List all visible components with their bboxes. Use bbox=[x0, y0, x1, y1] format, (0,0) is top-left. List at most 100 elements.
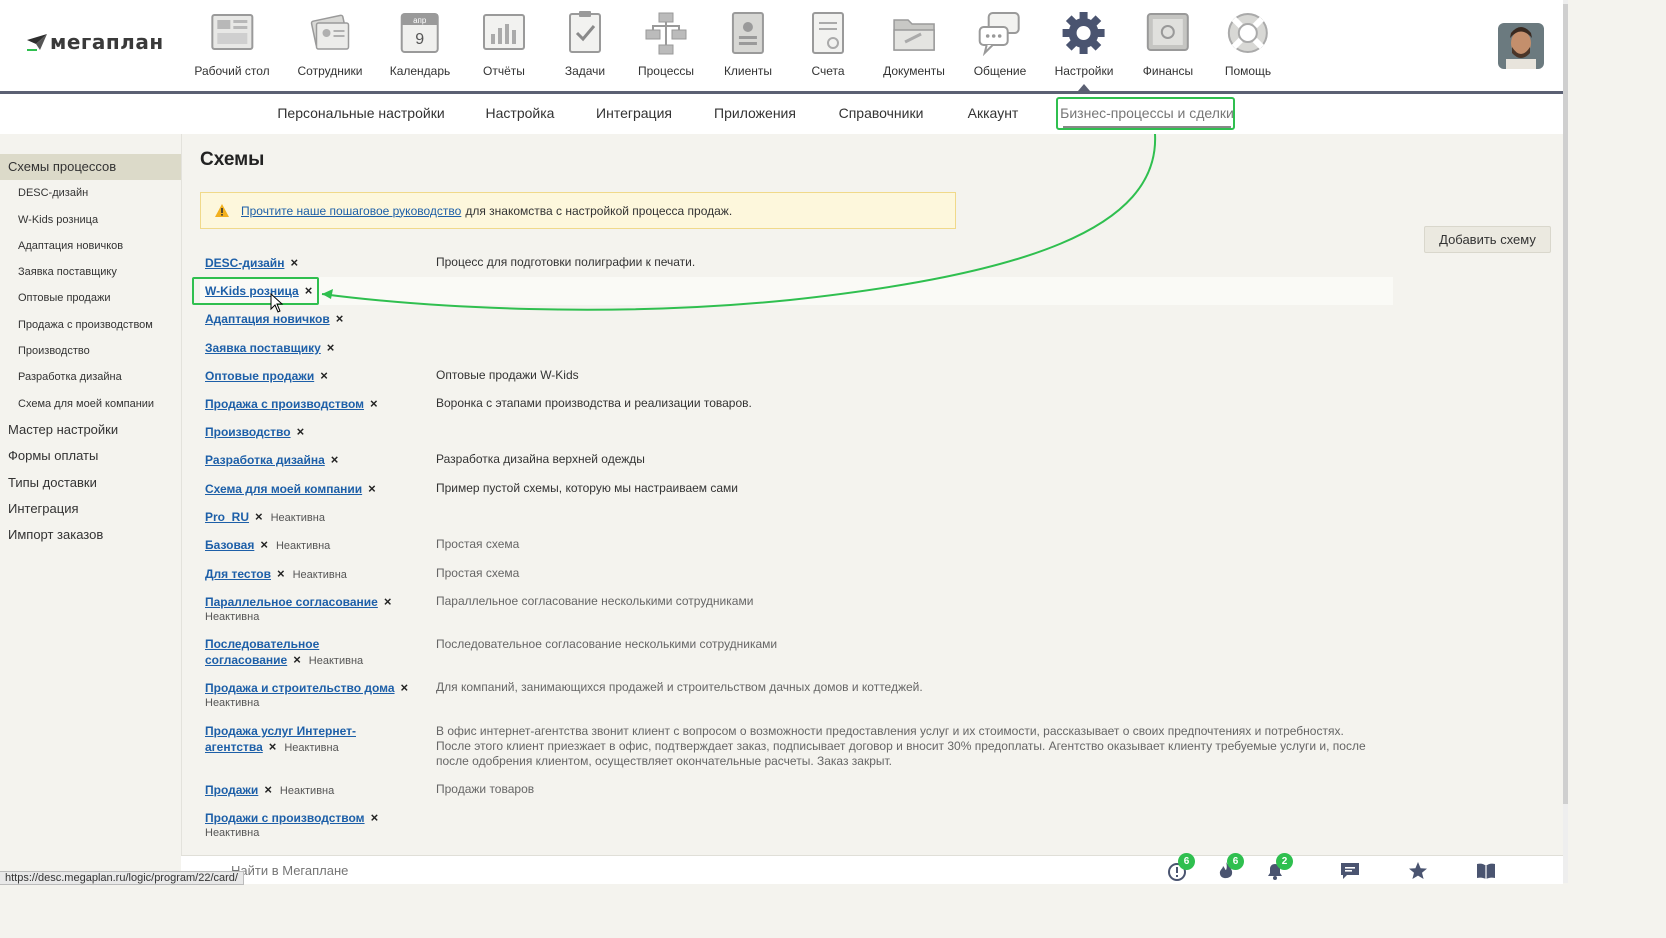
search-input[interactable] bbox=[181, 856, 1107, 884]
remove-scheme-icon[interactable]: × bbox=[368, 481, 376, 496]
nav-item-settings[interactable]: Настройки bbox=[1055, 10, 1113, 78]
scheme-description: Оптовые продажи W-Kids bbox=[436, 368, 579, 382]
sidebar-subitem[interactable]: Производство bbox=[0, 338, 181, 364]
calendar-month-text: апр bbox=[413, 16, 427, 25]
scheme-link[interactable]: Продажи bbox=[205, 783, 258, 797]
tab-applications[interactable]: Приложения bbox=[714, 105, 796, 121]
sidebar-subitem[interactable]: Заявка поставщику bbox=[0, 259, 181, 285]
sidebar-subitem[interactable]: Разработка дизайна bbox=[0, 364, 181, 390]
remove-scheme-icon[interactable]: × bbox=[290, 255, 298, 270]
status-url: https://desc.megaplan.ru/logic/program/2… bbox=[0, 871, 244, 885]
book-icon bbox=[1477, 863, 1495, 879]
sidebar-item-setup-wizard[interactable]: Мастер настройки bbox=[0, 417, 181, 443]
sidebar-item-payment-forms[interactable]: Формы оплаты bbox=[0, 443, 181, 469]
nav-item-calendar[interactable]: апр 9 Календарь bbox=[389, 10, 451, 78]
sidebar-item-integration[interactable]: Интеграция bbox=[0, 496, 181, 522]
alerts-button[interactable]: 6 bbox=[1166, 853, 1195, 882]
inactive-status: Неактивна bbox=[292, 569, 347, 581]
tab-setup[interactable]: Настройка bbox=[486, 105, 555, 121]
nav-item-reports[interactable]: Отчёты bbox=[481, 10, 527, 78]
scheme-link[interactable]: Оптовые продажи bbox=[205, 369, 314, 383]
scheme-link[interactable]: Параллельное согласование bbox=[205, 595, 378, 609]
nav-item-finances[interactable]: Финансы bbox=[1143, 10, 1193, 78]
remove-scheme-icon[interactable]: × bbox=[370, 396, 378, 411]
remove-scheme-icon[interactable]: × bbox=[297, 424, 305, 439]
sidebar-subitem[interactable]: Адаптация новичков bbox=[0, 233, 181, 259]
messages-button[interactable] bbox=[1339, 860, 1361, 882]
scheme-link[interactable]: Для тестов bbox=[205, 567, 271, 581]
sidebar-subitem[interactable]: Схема для моей компании bbox=[0, 391, 181, 417]
nav-item-chat[interactable]: Общение bbox=[974, 10, 1026, 78]
remove-scheme-icon[interactable]: × bbox=[371, 810, 379, 825]
calendar-icon: апр 9 bbox=[400, 13, 439, 53]
logo-text: мегаплан bbox=[50, 30, 164, 54]
nav-item-documents[interactable]: Документы bbox=[883, 10, 945, 78]
notifications-button[interactable]: 2 bbox=[1264, 853, 1293, 882]
nav-item-invoices[interactable]: Счета bbox=[805, 10, 851, 78]
scheme-link[interactable]: Продажа и строительство дома bbox=[205, 681, 395, 695]
sidebar-subitem[interactable]: Продажа с производством bbox=[0, 312, 181, 338]
scheme-name-cell: Продажа услуг Интернет-агентства × Неактив… bbox=[205, 724, 427, 756]
scheme-link[interactable]: Разработка дизайна bbox=[205, 453, 325, 467]
sidebar-item-delivery-types[interactable]: Типы доставки bbox=[0, 470, 181, 496]
nav-item-tasks[interactable]: Задачи bbox=[562, 10, 608, 78]
tab-account[interactable]: Аккаунт bbox=[968, 105, 1019, 121]
remove-scheme-icon[interactable]: × bbox=[336, 311, 344, 326]
nav-item-help[interactable]: Помощь bbox=[1225, 10, 1271, 78]
scheme-link[interactable]: Последовательное согласование bbox=[205, 637, 319, 667]
mouse-cursor-icon bbox=[270, 293, 284, 313]
nav-item-clients[interactable]: Клиенты bbox=[724, 10, 772, 78]
nav-label: Календарь bbox=[389, 64, 451, 78]
calendar-day-text: 9 bbox=[416, 31, 425, 48]
notifications-badge: 2 bbox=[1276, 853, 1293, 870]
add-scheme-button[interactable]: Добавить схему bbox=[1424, 226, 1551, 253]
guide-notice: Прочтите наше пошаговое руководство для … bbox=[200, 192, 956, 229]
scheme-name-cell: Продажи с производством × Неактивна bbox=[205, 810, 427, 841]
nav-item-employees[interactable]: Сотрудники bbox=[298, 10, 363, 78]
megaplan-logo[interactable]: мегаплан bbox=[26, 30, 164, 54]
scheme-name-cell: Для тестов × Неактивна bbox=[205, 566, 427, 583]
scheme-name-cell: Параллельное согласование × Неактивна bbox=[205, 594, 427, 625]
sidebar-subitem[interactable]: W-Kids розница bbox=[0, 207, 181, 233]
remove-scheme-icon[interactable]: × bbox=[277, 566, 285, 581]
nav-item-desktop[interactable]: Рабочий стол bbox=[194, 10, 270, 78]
scheme-link[interactable]: Продажа с производством bbox=[205, 397, 364, 411]
scrollbar-thumb[interactable] bbox=[1563, 4, 1568, 804]
favorites-button[interactable] bbox=[1407, 860, 1429, 882]
scheme-link[interactable]: DESC-дизайн bbox=[205, 256, 284, 270]
tab-integration[interactable]: Интеграция bbox=[596, 105, 672, 121]
scheme-link[interactable]: Адаптация новичков bbox=[205, 312, 330, 326]
sidebar-item-process-schemes[interactable]: Схемы процессов bbox=[0, 154, 181, 181]
guide-link[interactable]: Прочтите наше пошаговое руководство bbox=[241, 204, 461, 218]
nav-label: Процессы bbox=[637, 64, 695, 78]
remove-scheme-icon[interactable]: × bbox=[264, 782, 272, 797]
inactive-status: Неактивна bbox=[279, 785, 335, 797]
remove-scheme-icon[interactable]: × bbox=[384, 594, 392, 609]
scheme-link[interactable]: Pro_RU bbox=[205, 510, 249, 524]
scheme-row: Продажи с производством × Неактивна bbox=[200, 810, 1393, 839]
scheme-link[interactable]: Производство bbox=[205, 425, 291, 439]
tab-personal-settings[interactable]: Персональные настройки bbox=[277, 105, 444, 121]
remove-scheme-icon[interactable]: × bbox=[401, 680, 409, 695]
remove-scheme-icon[interactable]: × bbox=[293, 652, 301, 667]
avatar[interactable] bbox=[1498, 23, 1544, 69]
remove-scheme-icon[interactable]: × bbox=[331, 452, 339, 467]
remove-scheme-icon[interactable]: × bbox=[260, 537, 268, 552]
scheme-link[interactable]: Схема для моей компании bbox=[205, 482, 362, 496]
scheme-link[interactable]: Заявка поставщику bbox=[205, 341, 321, 355]
remove-scheme-icon[interactable]: × bbox=[255, 509, 263, 524]
remove-scheme-icon[interactable]: × bbox=[327, 340, 335, 355]
scheme-description: Воронка с этапами производства и реализа… bbox=[436, 396, 752, 410]
tab-directories[interactable]: Справочники bbox=[839, 105, 924, 121]
scheme-link[interactable]: Базовая bbox=[205, 538, 254, 552]
nav-item-processes[interactable]: Процессы bbox=[638, 10, 694, 78]
guide-book-button[interactable] bbox=[1475, 860, 1497, 882]
fire-button[interactable]: 6 bbox=[1215, 853, 1244, 882]
sidebar-item-import-orders[interactable]: Импорт заказов bbox=[0, 522, 181, 548]
scheme-row: Заявка поставщику × bbox=[200, 340, 1393, 364]
remove-scheme-icon[interactable]: × bbox=[269, 739, 277, 754]
remove-scheme-icon[interactable]: × bbox=[320, 368, 328, 383]
sidebar-subitem[interactable]: DESC-дизайн bbox=[0, 180, 181, 206]
scheme-link[interactable]: Продажи с производством bbox=[205, 811, 365, 825]
sidebar-subitem[interactable]: Оптовые продажи bbox=[0, 285, 181, 311]
